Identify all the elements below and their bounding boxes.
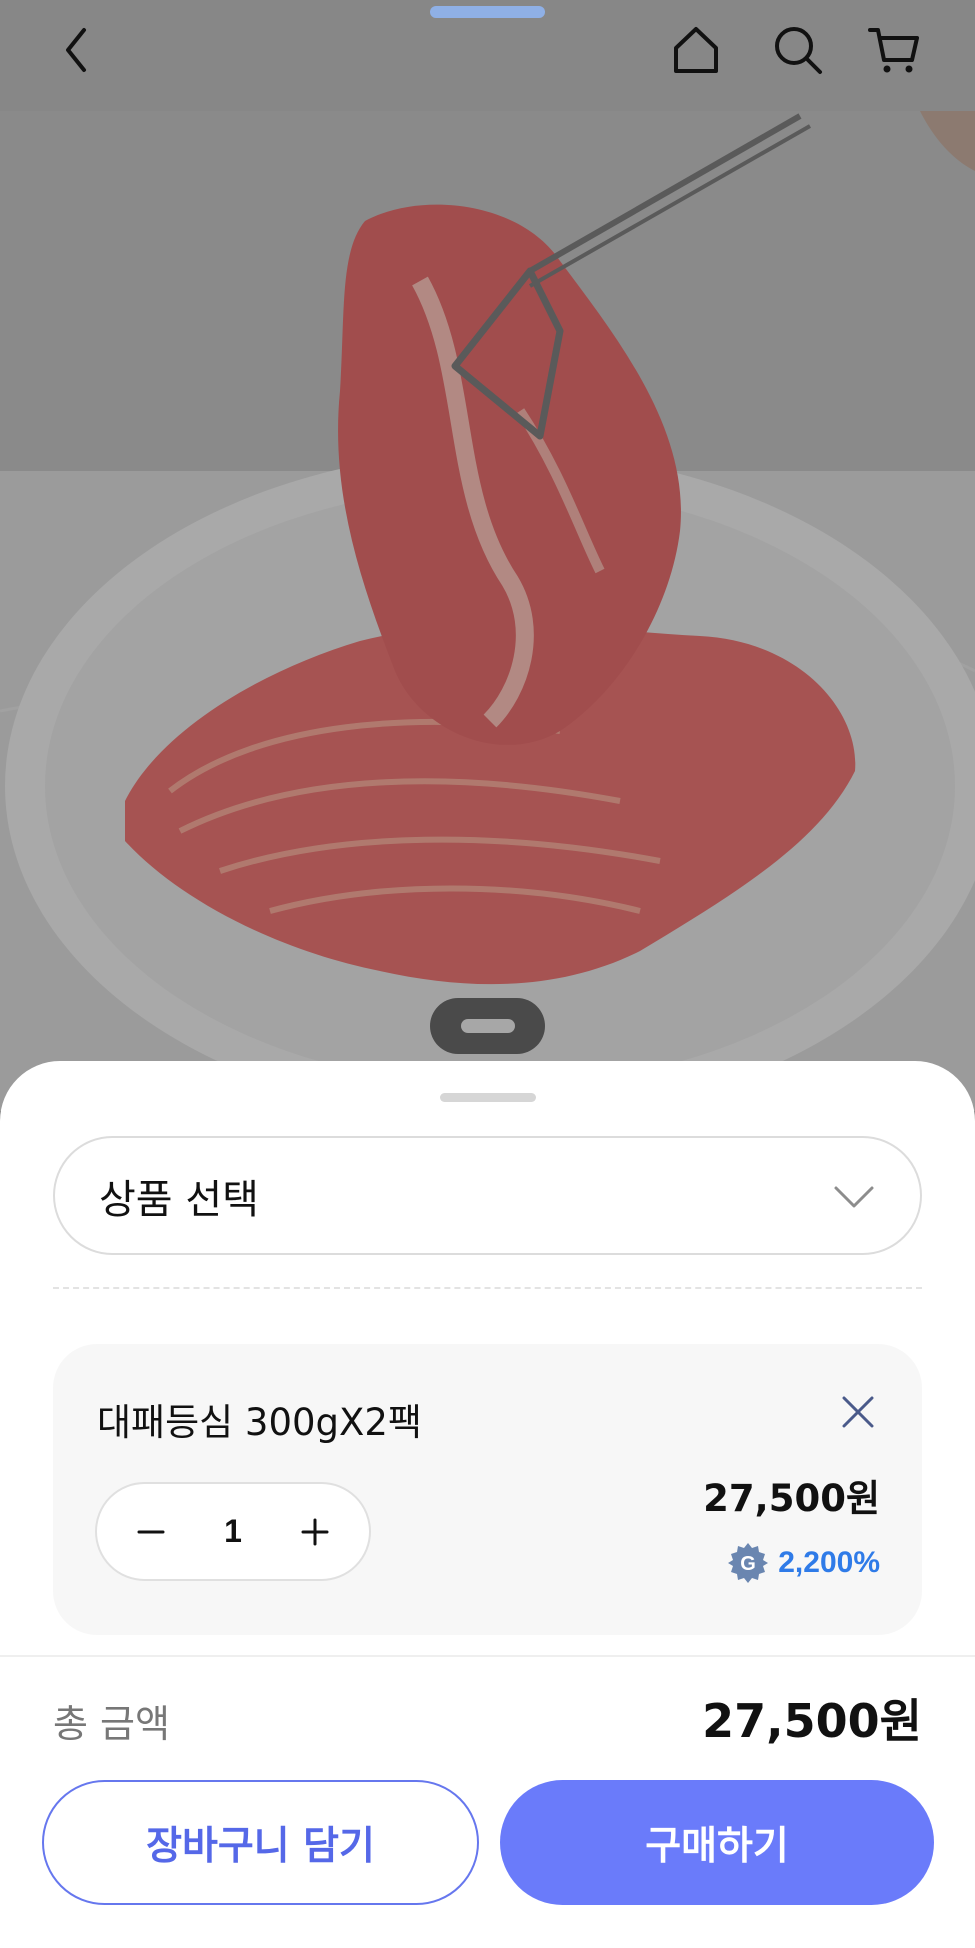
sheet-drag-handle[interactable] xyxy=(440,1093,536,1102)
minus-icon[interactable] xyxy=(135,1516,167,1548)
buy-now-button[interactable]: 구매하기 xyxy=(500,1780,934,1905)
home-icon[interactable] xyxy=(664,18,728,82)
image-collapse-handle[interactable] xyxy=(430,998,545,1054)
add-to-cart-button[interactable]: 장바구니 담기 xyxy=(42,1780,479,1905)
total-label: 총 금액 xyxy=(53,1702,170,1746)
total-divider xyxy=(0,1655,975,1657)
product-select-dropdown[interactable]: 상품 선택 xyxy=(53,1136,922,1255)
purchase-bottom-sheet: 상품 선택 대패등심 300gX2팩 1 27,500원 G 2,200% 총 … xyxy=(0,1061,975,1948)
back-icon[interactable] xyxy=(46,18,110,82)
quantity-value: 1 xyxy=(224,1513,242,1549)
selected-option-card: 대패등심 300gX2팩 1 27,500원 G 2,200% xyxy=(53,1344,922,1635)
section-divider xyxy=(53,1287,922,1289)
cart-icon[interactable] xyxy=(862,18,926,82)
status-indicator xyxy=(430,6,545,18)
option-price: 27,500원 xyxy=(703,1477,880,1520)
point-rate: G 2,200% xyxy=(726,1541,880,1585)
svg-text:G: G xyxy=(740,1553,756,1575)
chevron-down-icon xyxy=(834,1186,874,1208)
quantity-stepper: 1 xyxy=(95,1482,371,1581)
total-value: 27,500원 xyxy=(702,1694,922,1748)
close-icon[interactable] xyxy=(838,1392,878,1432)
plus-icon[interactable] xyxy=(299,1516,331,1548)
option-name: 대패등심 300gX2팩 xyxy=(97,1401,422,1444)
search-icon[interactable] xyxy=(766,18,830,82)
product-image xyxy=(0,111,975,1111)
product-select-label: 상품 선택 xyxy=(99,1176,259,1223)
point-rate-value: 2,200% xyxy=(778,1546,880,1579)
point-gear-icon: G xyxy=(728,1543,769,1583)
